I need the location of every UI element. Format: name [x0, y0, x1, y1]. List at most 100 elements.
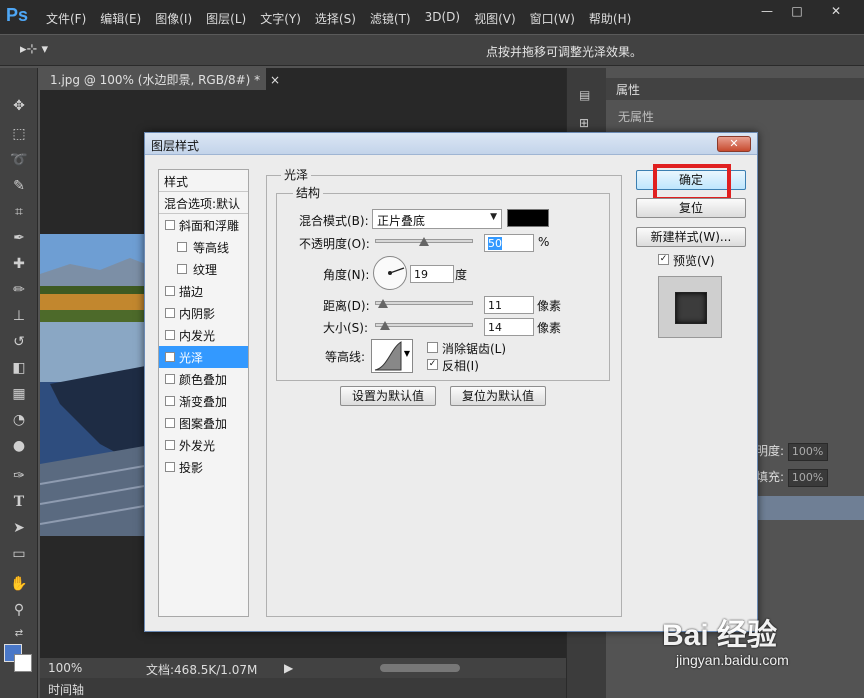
style-item-gradient-overlay[interactable]: 渐变叠加 [159, 390, 248, 412]
dialog-title-bar[interactable]: 图层样式 ✕ [145, 133, 757, 155]
style-item-texture[interactable]: 纹理 [159, 258, 248, 280]
antialias-label[interactable]: 消除锯齿(L) [442, 340, 506, 357]
path-selection-tool-icon[interactable]: ➤ [8, 518, 30, 538]
status-menu-arrow-icon[interactable]: ▶ [284, 661, 293, 675]
history-panel-icon[interactable]: ▤ [579, 88, 590, 102]
menu-layer[interactable]: 图层(L) [206, 10, 246, 27]
style-item-outer-glow[interactable]: 外发光 [159, 434, 248, 456]
tool-preset-picker[interactable]: ▸⊹ ▾ [20, 42, 48, 57]
clone-stamp-tool-icon[interactable]: ⊥ [8, 306, 30, 326]
style-checkbox[interactable] [165, 440, 175, 450]
style-checkbox[interactable] [165, 308, 175, 318]
document-tab-close-icon[interactable]: × [270, 73, 280, 87]
menu-window[interactable]: 窗口(W) [530, 10, 575, 27]
style-item-stroke[interactable]: 描边 [159, 280, 248, 302]
selected-layer-row[interactable] [756, 496, 864, 520]
history-brush-tool-icon[interactable]: ↺ [8, 332, 30, 352]
gradient-tool-icon[interactable]: ▦ [8, 384, 30, 404]
style-checkbox[interactable] [165, 374, 175, 384]
menu-select[interactable]: 选择(S) [315, 10, 356, 27]
size-slider-thumb[interactable] [380, 321, 390, 330]
satin-color-swatch[interactable] [507, 209, 549, 227]
style-item-inner-shadow[interactable]: 内阴影 [159, 302, 248, 324]
blending-options-item[interactable]: 混合选项:默认 [159, 192, 248, 214]
type-tool-icon[interactable]: T [8, 492, 30, 512]
distance-slider-thumb[interactable] [378, 299, 388, 308]
chevron-down-icon[interactable]: ▼ [404, 349, 410, 358]
blur-tool-icon[interactable]: ◔ [8, 410, 30, 430]
swap-colors-icon[interactable]: ⇄ [8, 624, 30, 644]
style-item-color-overlay[interactable]: 颜色叠加 [159, 368, 248, 390]
style-item-contour[interactable]: 等高线 [159, 236, 248, 258]
opacity-slider-thumb[interactable] [419, 237, 429, 246]
marquee-tool-icon[interactable]: ⬚ [8, 124, 30, 144]
distance-input[interactable]: 11 [484, 296, 534, 314]
reset-button[interactable]: 复位 [636, 198, 746, 218]
brush-tool-icon[interactable]: ✏ [8, 280, 30, 300]
angle-input[interactable]: 19 [410, 265, 454, 283]
style-item-inner-glow[interactable]: 内发光 [159, 324, 248, 346]
adjustments-panel-icon[interactable]: ⊞ [579, 116, 589, 130]
reset-default-button[interactable]: 复位为默认值 [450, 386, 546, 406]
set-default-button[interactable]: 设置为默认值 [340, 386, 436, 406]
menu-help[interactable]: 帮助(H) [589, 10, 631, 27]
angle-dial[interactable] [373, 256, 407, 290]
menu-file[interactable]: 文件(F) [46, 10, 86, 27]
style-item-bevel-emboss[interactable]: 斜面和浮雕 [159, 214, 248, 236]
style-item-drop-shadow[interactable]: 投影 [159, 456, 248, 478]
style-checkbox[interactable] [165, 462, 175, 472]
style-checkbox[interactable] [165, 330, 175, 340]
menu-image[interactable]: 图像(I) [155, 10, 192, 27]
preview-checkbox[interactable]: ✓ [658, 254, 669, 265]
style-item-satin[interactable]: ✓ 光泽 [159, 346, 248, 368]
background-color-swatch[interactable] [14, 654, 32, 672]
crop-tool-icon[interactable]: ⌗ [8, 202, 30, 222]
timeline-label[interactable]: 时间轴 [48, 681, 84, 698]
style-checkbox[interactable] [165, 286, 175, 296]
horizontal-scrollbar[interactable] [380, 664, 460, 672]
minimize-button[interactable]: — [752, 0, 782, 22]
menu-type[interactable]: 文字(Y) [260, 10, 301, 27]
opacity-input[interactable]: 50 [484, 234, 534, 252]
layer-fill-input[interactable]: 100% [787, 468, 828, 487]
rectangle-tool-icon[interactable]: ▭ [8, 544, 30, 564]
dialog-close-button[interactable]: ✕ [717, 136, 751, 152]
menu-edit[interactable]: 编辑(E) [100, 10, 141, 27]
zoom-tool-icon[interactable]: ⚲ [8, 600, 30, 620]
style-checkbox[interactable] [165, 418, 175, 428]
document-tab[interactable]: 1.jpg @ 100% (水边即景, RGB/8#) * × [40, 68, 280, 90]
distance-slider[interactable] [375, 301, 473, 305]
style-item-pattern-overlay[interactable]: 图案叠加 [159, 412, 248, 434]
hand-tool-icon[interactable]: ✋ [8, 574, 30, 594]
lasso-tool-icon[interactable]: ➰ [8, 150, 30, 170]
style-checkbox[interactable] [177, 264, 187, 274]
move-tool-icon[interactable]: ✥ [8, 96, 30, 116]
blend-mode-dropdown[interactable]: 正片叠底 ▼ [372, 209, 502, 229]
properties-title[interactable]: 属性 [606, 78, 864, 100]
contour-picker[interactable]: ▼ [371, 339, 413, 373]
style-checkbox-checked[interactable]: ✓ [165, 352, 175, 362]
new-style-button[interactable]: 新建样式(W)... [636, 227, 746, 247]
menu-view[interactable]: 视图(V) [474, 10, 516, 27]
invert-checkbox[interactable]: ✓ [427, 359, 438, 370]
style-checkbox[interactable] [165, 220, 175, 230]
menu-filter[interactable]: 滤镜(T) [370, 10, 411, 27]
invert-label[interactable]: 反相(I) [442, 357, 479, 374]
eyedropper-tool-icon[interactable]: ✒ [8, 228, 30, 248]
style-checkbox[interactable] [165, 396, 175, 406]
document-size-info[interactable]: 文档:468.5K/1.07M [146, 661, 257, 678]
close-window-button[interactable]: ✕ [814, 0, 858, 22]
pen-tool-icon[interactable]: ✑ [8, 466, 30, 486]
antialias-checkbox[interactable] [427, 342, 438, 353]
menu-3d[interactable]: 3D(D) [425, 10, 460, 27]
preview-label[interactable]: 预览(V) [673, 252, 715, 269]
styles-header[interactable]: 样式 [159, 170, 248, 192]
dodge-tool-icon[interactable]: ● [8, 436, 30, 456]
zoom-level[interactable]: 100% [48, 661, 82, 675]
maximize-button[interactable]: □ [782, 0, 812, 22]
healing-brush-tool-icon[interactable]: ✚ [8, 254, 30, 274]
size-input[interactable]: 14 [484, 318, 534, 336]
eraser-tool-icon[interactable]: ◧ [8, 358, 30, 378]
layer-opacity-input[interactable]: 100% [787, 442, 828, 461]
style-checkbox[interactable] [177, 242, 187, 252]
